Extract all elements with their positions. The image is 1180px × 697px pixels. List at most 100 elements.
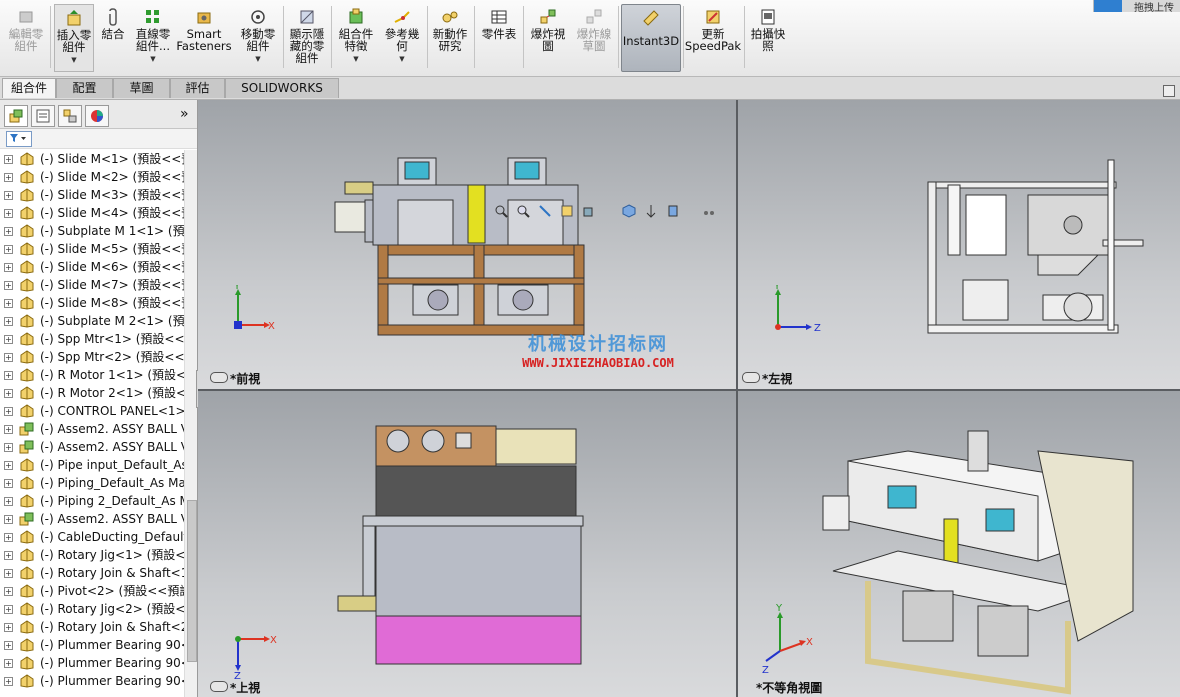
edit-appearance-icon[interactable] (702, 204, 716, 218)
move-component-button[interactable]: 移動零 組件 ▼ (236, 4, 280, 70)
display-style-icon[interactable] (644, 204, 658, 218)
tree-item[interactable]: + (-) Assem2. ASSY BALL V (0, 438, 184, 456)
expand-toggle-icon[interactable]: + (4, 443, 13, 452)
chevron-down-icon[interactable]: ▼ (353, 53, 358, 65)
expand-toggle-icon[interactable]: + (4, 245, 13, 254)
tree-item[interactable]: + (-) Rotary Join & Shaft<2> (0, 618, 184, 636)
tree-item[interactable]: + (-) Rotary Join & Shaft<1> (0, 564, 184, 582)
tree-item[interactable]: + (-) Slide M<6> (預設<<預 (0, 258, 184, 276)
expand-toggle-icon[interactable]: + (4, 659, 13, 668)
expand-toggle-icon[interactable]: + (4, 155, 13, 164)
tree-item[interactable]: + (-) Slide M<3> (預設<<預 (0, 186, 184, 204)
bill-of-materials-button[interactable]: 零件表 (478, 4, 520, 70)
configuration-manager-tab[interactable] (58, 105, 82, 127)
tree-item[interactable]: + (-) Subplate M 1<1> (預設 (0, 222, 184, 240)
scrollbar-thumb[interactable] (187, 500, 197, 662)
hide-show-items-icon[interactable] (666, 204, 680, 218)
chevron-down-icon[interactable]: ▼ (399, 53, 404, 65)
tree-item[interactable]: + (-) CableDucting_Default_ (0, 528, 184, 546)
expand-toggle-icon[interactable]: + (4, 407, 13, 416)
expand-toggle-icon[interactable]: + (4, 587, 13, 596)
tree-item[interactable]: + (-) CONTROL PANEL<1> ( (0, 402, 184, 420)
tree-item[interactable]: + (-) Slide M<1> (預設<<預 (0, 150, 184, 168)
assembly-features-button[interactable]: 組合件 特徵 ▼ (334, 4, 378, 70)
chevron-down-icon[interactable]: ▼ (150, 53, 155, 65)
link-view-icon[interactable] (742, 372, 760, 383)
view-orientation-icon[interactable] (622, 204, 636, 218)
tree-item[interactable]: + (-) Pivot<2> (預設<<預設> (0, 582, 184, 600)
tree-item[interactable]: + (-) Slide M<8> (預設<<預 (0, 294, 184, 312)
smart-fasteners-button[interactable]: Smart Fasteners (176, 4, 232, 70)
tree-item[interactable]: + (-) Slide M<2> (預設<<預 (0, 168, 184, 186)
tree-item[interactable]: + (-) Piping 2_Default_As Ma (0, 492, 184, 510)
tree-item[interactable]: + (-) Plummer Bearing 90< (0, 636, 184, 654)
tree-item[interactable]: + (-) Plummer Bearing 90< (0, 654, 184, 672)
expand-toggle-icon[interactable]: + (4, 515, 13, 524)
expand-toggle-icon[interactable]: + (4, 389, 13, 398)
expand-toggle-icon[interactable]: + (4, 497, 13, 506)
tree-item[interactable]: + (-) Rotary Jig<1> (預設<<預 (0, 546, 184, 564)
tree-item[interactable]: + (-) Pipe input_Default_As M (0, 456, 184, 474)
previous-view-icon[interactable] (538, 204, 552, 218)
insert-components-button[interactable]: 插入零 組件 ▼ (54, 4, 94, 72)
expand-toggle-icon[interactable]: + (4, 353, 13, 362)
viewport-splitter-horizontal[interactable] (198, 389, 1180, 391)
tree-item[interactable]: + (-) Subplate M 2<1> (預設 (0, 312, 184, 330)
zoom-to-area-icon[interactable] (516, 204, 530, 218)
expand-toggle-icon[interactable]: + (4, 425, 13, 434)
update-speedpak-button[interactable]: 更新 SpeedPak (685, 4, 741, 70)
edit-component-button[interactable]: 編輯零 組件 (6, 4, 46, 70)
expand-toggle-icon[interactable]: + (4, 191, 13, 200)
tree-item[interactable]: + (-) Rotary Jig<2> (預設<<預 (0, 600, 184, 618)
expand-toggle-icon[interactable]: + (4, 317, 13, 326)
expand-toggle-icon[interactable]: + (4, 371, 13, 380)
linear-pattern-button[interactable]: 直線零 組件... ▼ (132, 4, 174, 70)
expand-toggle-icon[interactable]: + (4, 227, 13, 236)
mate-button[interactable]: 結合 (96, 4, 130, 70)
expand-toggle-icon[interactable]: + (4, 209, 13, 218)
instant3d-toggle[interactable]: Instant3D (621, 4, 681, 72)
link-view-icon[interactable] (210, 372, 228, 383)
chevron-down-icon[interactable]: ▼ (255, 53, 260, 65)
exploded-view-button[interactable]: 爆炸視 圖 (526, 4, 570, 70)
tab-assembly[interactable]: 組合件 (2, 78, 56, 98)
filter-dropdown[interactable] (6, 131, 32, 147)
expand-panel-chevron-icon[interactable]: » (180, 106, 189, 122)
tab-solidworks-mbd[interactable]: SOLIDWORKS MBD (225, 78, 339, 114)
expand-toggle-icon[interactable]: + (4, 281, 13, 290)
tree-item[interactable]: + (-) Slide M<7> (預設<<預 (0, 276, 184, 294)
feature-tree-tab[interactable] (4, 105, 28, 127)
expand-toggle-icon[interactable]: + (4, 479, 13, 488)
tab-sketch[interactable]: 草圖 (113, 78, 170, 98)
reference-geometry-button[interactable]: 參考幾 何 ▼ (380, 4, 424, 70)
expand-toggle-icon[interactable]: + (4, 605, 13, 614)
tree-item[interactable]: + (-) Slide M<5> (預設<<預 (0, 240, 184, 258)
section-view-icon[interactable] (560, 204, 574, 218)
tree-item[interactable]: + (-) Spp Mtr<2> (預設<<預 (0, 348, 184, 366)
expand-toggle-icon[interactable]: + (4, 461, 13, 470)
tab-configuration[interactable]: 配置 (56, 78, 113, 98)
tree-item[interactable]: + (-) Assem2. ASSY BALL V (0, 420, 184, 438)
viewport-menu-icon[interactable] (1163, 85, 1175, 97)
tree-item[interactable]: + (-) Piping_Default_As Mac (0, 474, 184, 492)
tree-item[interactable]: + (-) Assem2. ASSY BALL V (0, 510, 184, 528)
tree-item[interactable]: + (-) R Motor 2<1> (預設<< (0, 384, 184, 402)
show-hidden-components-button[interactable]: 顯示隱 藏的零 組件 (286, 4, 328, 70)
tree-item[interactable]: + (-) Slide M<4> (預設<<預 (0, 204, 184, 222)
expand-toggle-icon[interactable]: + (4, 335, 13, 344)
property-manager-tab[interactable] (31, 105, 55, 127)
new-motion-study-button[interactable]: 新動作 研究 (430, 4, 470, 70)
tree-item[interactable]: + (-) R Motor 1<1> (預設<< (0, 366, 184, 384)
explode-line-sketch-button[interactable]: 爆炸線 草圖 (572, 4, 616, 70)
dynamic-annotation-icon[interactable] (582, 204, 596, 218)
expand-toggle-icon[interactable]: + (4, 641, 13, 650)
expand-toggle-icon[interactable]: + (4, 623, 13, 632)
expand-toggle-icon[interactable]: + (4, 551, 13, 560)
tab-evaluate[interactable]: 評估 (170, 78, 225, 98)
link-view-icon[interactable] (210, 681, 228, 692)
expand-toggle-icon[interactable]: + (4, 569, 13, 578)
tree-scrollbar[interactable] (184, 150, 197, 697)
expand-toggle-icon[interactable]: + (4, 299, 13, 308)
expand-toggle-icon[interactable]: + (4, 263, 13, 272)
take-snapshot-button[interactable]: 拍攝快 照 (748, 4, 788, 70)
